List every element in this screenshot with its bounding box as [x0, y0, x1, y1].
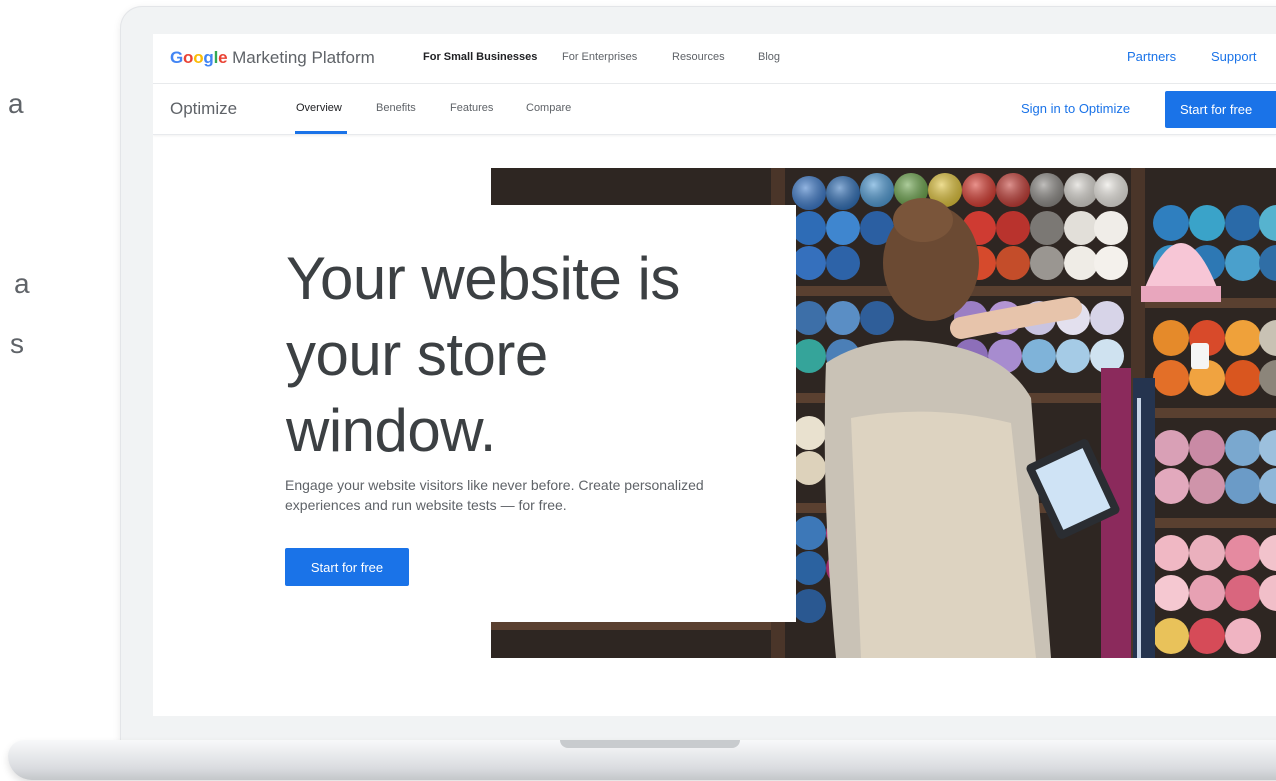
- background-glyph: a: [8, 88, 24, 119]
- product-navigation: Optimize Overview Benefits Features Comp…: [153, 84, 1276, 135]
- hero-title: Your website is your store window.: [286, 245, 680, 464]
- nav-link-enterprises[interactable]: For Enterprises: [562, 51, 637, 63]
- sign-in-link[interactable]: Sign in to Optimize: [1021, 101, 1130, 116]
- tab-overview[interactable]: Overview: [296, 102, 342, 114]
- nav-link-small-businesses[interactable]: For Small Businesses: [423, 51, 537, 63]
- tab-compare[interactable]: Compare: [526, 102, 571, 114]
- background-page-text: a a s: [0, 0, 60, 781]
- product-name[interactable]: Optimize: [170, 99, 237, 119]
- top-navigation: Google Marketing Platform For Small Busi…: [153, 34, 1276, 84]
- support-link[interactable]: Support: [1211, 49, 1257, 64]
- background-glyph: s: [10, 328, 24, 359]
- start-for-free-hero-button[interactable]: Start for free: [285, 548, 409, 586]
- hero-card: Your website is your store window. Engag…: [249, 205, 796, 622]
- brand-suffix: Marketing Platform: [232, 48, 375, 67]
- hero-description: Engage your website visitors like never …: [285, 477, 704, 513]
- nav-link-blog[interactable]: Blog: [758, 51, 780, 63]
- active-tab-indicator: [295, 131, 347, 134]
- brand-logo[interactable]: Google Marketing Platform: [170, 48, 375, 68]
- laptop-screen: Google Marketing Platform For Small Busi…: [153, 34, 1276, 716]
- start-for-free-nav-button[interactable]: Start for free: [1165, 91, 1276, 128]
- nav-link-resources[interactable]: Resources: [672, 51, 725, 63]
- tab-benefits[interactable]: Benefits: [376, 102, 416, 114]
- tab-features[interactable]: Features: [450, 102, 493, 114]
- partners-link[interactable]: Partners: [1127, 49, 1176, 64]
- google-wordmark: Google: [170, 48, 228, 67]
- laptop-hinge-notch: [560, 740, 740, 748]
- background-glyph: a: [14, 268, 30, 299]
